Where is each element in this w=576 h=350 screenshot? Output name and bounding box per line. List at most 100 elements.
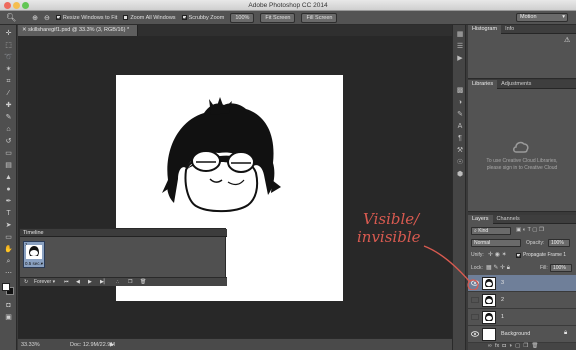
group-icon[interactable]: ▢	[515, 343, 520, 349]
brush-panel-icon[interactable]: ✎	[456, 111, 464, 119]
workspace-select[interactable]: Motion ▾	[516, 13, 568, 22]
history-panel-icon[interactable]: ▦	[456, 31, 464, 39]
visibility-empty-icon[interactable]	[471, 297, 479, 303]
type-tool-icon[interactable]: T	[4, 209, 13, 218]
zoom-in-icon[interactable]: ⊕	[32, 14, 38, 22]
delete-frame-icon[interactable]: 🗑︎	[140, 278, 146, 287]
zoom-all-windows-checkbox[interactable]: Zoom All Windows	[123, 15, 176, 21]
tab-close-icon[interactable]: ✕	[22, 27, 27, 33]
paragraph-panel-icon[interactable]: ¶	[456, 135, 464, 143]
swatches-panel-icon[interactable]: ▩	[456, 87, 464, 95]
zoom-tool-sidebar-icon[interactable]: ⌕	[4, 257, 13, 266]
layer-row-1[interactable]: 1	[468, 309, 576, 326]
properties-panel-icon[interactable]: ☰	[456, 43, 464, 51]
healing-brush-icon[interactable]: ✚	[4, 101, 13, 110]
workspace-value: Motion	[520, 14, 537, 20]
fx-icon[interactable]: fx	[495, 343, 499, 349]
libraries-message-line2: please sign in to Creative Cloud	[486, 165, 558, 171]
previous-frame-icon[interactable]: ◀	[76, 278, 80, 287]
loop-options-icon[interactable]: ↻	[24, 278, 28, 287]
blur-tool-icon[interactable]: ▲	[4, 173, 13, 182]
frame-thumbnail-image	[29, 246, 39, 256]
filter-icons[interactable]: ▣ ◐ T ▢ ❐	[516, 227, 544, 233]
link-layers-icon[interactable]: ∞	[488, 343, 492, 349]
duplicate-frame-icon[interactable]: ❐	[128, 278, 132, 287]
eraser-tool-icon[interactable]: ▭	[4, 149, 13, 158]
gradient-tool-icon[interactable]: ▤	[4, 161, 13, 170]
quick-select-icon[interactable]: ✶	[4, 65, 13, 74]
color-panel-icon[interactable]: ◑	[456, 99, 464, 107]
propagate-frame-checkbox[interactable]: Propagate Frame 1	[516, 252, 566, 258]
next-frame-icon[interactable]: ▶▏	[100, 278, 108, 287]
status-bar: 33.33% Doc: 12.9M/22.9M ▶	[18, 338, 452, 350]
tab-layers[interactable]: Layers	[468, 215, 493, 224]
tab-info[interactable]: Info	[501, 25, 518, 34]
opacity-label: Opacity:	[526, 240, 545, 246]
eyedropper-icon[interactable]: ⁄	[4, 89, 13, 98]
status-arrow-icon[interactable]: ▶	[110, 342, 114, 348]
layer-row-background[interactable]: Background 🔒︎	[468, 326, 576, 343]
timeline-frame[interactable]: 1 0.5 sec.▾	[23, 241, 45, 268]
delete-layer-icon[interactable]: 🗑︎	[531, 343, 538, 349]
tab-libraries[interactable]: Libraries	[468, 80, 498, 89]
visibility-eye-icon[interactable]	[471, 331, 479, 337]
visibility-empty-icon[interactable]	[471, 314, 479, 320]
adjustment-icon[interactable]: ◑	[509, 343, 512, 349]
layer-row-2[interactable]: 2	[468, 292, 576, 309]
hand-tool-icon[interactable]: ✋	[4, 245, 13, 254]
crop-tool-icon[interactable]: ⌗	[4, 77, 13, 86]
dodge-tool-icon[interactable]: ●	[4, 185, 13, 194]
status-zoom[interactable]: 33.33%	[21, 342, 40, 348]
3d-panel-icon[interactable]: ⬢	[456, 171, 464, 179]
clone-source-icon[interactable]: ☉	[456, 159, 464, 167]
fill-input[interactable]: 100%	[550, 264, 572, 272]
move-tool-icon[interactable]: ✛	[4, 29, 13, 38]
fill-value: 100%	[553, 265, 566, 271]
foreground-color-swatch[interactable]	[2, 283, 10, 291]
mask-icon[interactable]: ◘	[502, 343, 505, 349]
more-tools-icon[interactable]: ⋯	[4, 269, 13, 278]
zoom-out-icon[interactable]: ⊖	[44, 14, 50, 22]
marquee-tool-icon[interactable]: ⬚	[4, 41, 13, 50]
tab-channels[interactable]: Channels	[493, 215, 524, 224]
loop-select[interactable]: Forever ▾	[34, 278, 55, 287]
lock-icons[interactable]: ▦ ✎ ✛ 🔒︎	[486, 264, 510, 272]
quick-mask-icon[interactable]: ◘	[4, 301, 13, 310]
status-doc-size: Doc: 12.9M/22.9M	[70, 342, 115, 348]
scrubby-zoom-checkbox[interactable]: Scrubby Zoom	[181, 15, 224, 21]
new-layer-icon[interactable]: ❐	[523, 343, 528, 349]
annotation-line2: invisible	[357, 228, 421, 246]
resize-windows-checkbox[interactable]: Resize Windows to Fit	[55, 15, 117, 21]
actions-panel-icon[interactable]: ▶	[456, 55, 464, 63]
opacity-input[interactable]: 100%	[548, 239, 570, 247]
fit-screen-button[interactable]: Fit Screen	[260, 12, 296, 23]
history-brush-icon[interactable]: ↺	[4, 137, 13, 146]
zoom-tool-icon[interactable]: 🔍︎	[6, 13, 16, 22]
propagate-label: Propagate Frame 1	[523, 252, 567, 258]
layer-kind-filter[interactable]: ⌕ Kind	[471, 227, 511, 235]
tween-icon[interactable]: ∴	[116, 278, 119, 287]
zoom-100-button[interactable]: 100%	[230, 12, 255, 23]
first-frame-icon[interactable]: ⏮	[64, 278, 69, 287]
shape-tool-icon[interactable]: ▭	[4, 233, 13, 242]
unify-icons[interactable]: ✛ ◉ ✶	[488, 251, 507, 258]
stamp-tool-icon[interactable]: ⌂	[4, 125, 13, 134]
screen-mode-icon[interactable]: ▣	[4, 313, 13, 322]
character-panel-icon[interactable]: A	[456, 123, 464, 131]
layer-row-3[interactable]: 3	[468, 275, 576, 292]
histogram-panel: Histogram Info ⚠	[468, 25, 576, 79]
pen-tool-icon[interactable]: ✒	[4, 197, 13, 206]
tab-strip	[138, 25, 452, 36]
loop-value: Forever	[34, 279, 52, 285]
tab-histogram[interactable]: Histogram	[468, 25, 502, 34]
path-select-icon[interactable]: ➤	[4, 221, 13, 230]
lasso-tool-icon[interactable]: ➰	[4, 53, 13, 62]
frame-delay[interactable]: 0.5 sec.▾	[25, 261, 43, 267]
fill-screen-button[interactable]: Fill Screen	[301, 12, 338, 23]
tool-presets-icon[interactable]: ⚒	[456, 147, 464, 155]
tab-adjustments[interactable]: Adjustments	[497, 80, 535, 89]
play-icon[interactable]: ▶	[88, 278, 92, 287]
document-tab[interactable]: ✕ skillsharegif1.psd @ 33.3% (3, RGB/16)…	[18, 25, 138, 36]
brush-tool-icon[interactable]: ✎	[4, 113, 13, 122]
warning-icon[interactable]: ⚠	[564, 36, 570, 44]
